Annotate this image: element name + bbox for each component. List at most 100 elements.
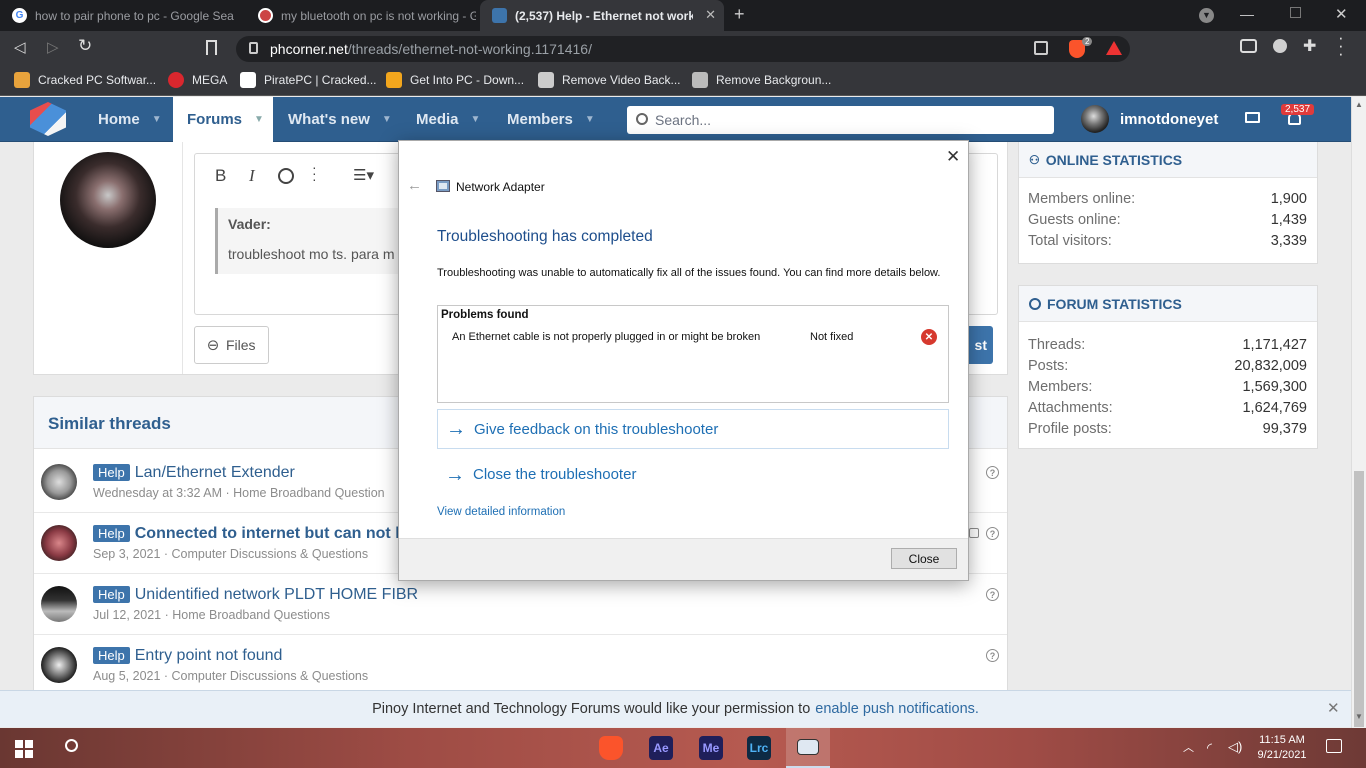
dismiss-icon[interactable]: ✕ xyxy=(1327,699,1340,717)
push-notification-bar: Pinoy Internet and Technology Forums wou… xyxy=(0,690,1351,727)
nav-media[interactable]: Media ▼ xyxy=(402,97,494,142)
question-icon: ? xyxy=(986,649,999,662)
back-icon[interactable]: ◁ xyxy=(14,38,26,56)
table-row[interactable]: Help Entry point not found xyxy=(93,647,282,665)
table-row[interactable]: Help Lan/Ethernet Extender xyxy=(93,464,295,482)
reading-mode-icon[interactable] xyxy=(1240,39,1257,53)
color-palette-icon[interactable] xyxy=(278,168,294,184)
getintopc-icon xyxy=(386,72,402,88)
avatar[interactable] xyxy=(41,586,77,622)
scroll-up-icon[interactable]: ▲ xyxy=(1355,100,1363,109)
install-app-icon[interactable] xyxy=(1034,41,1048,55)
search-input[interactable]: Search... xyxy=(627,106,1054,134)
minimize-icon[interactable]: — xyxy=(1240,6,1254,22)
taskbar-after-effects[interactable]: Ae xyxy=(639,728,683,768)
close-dialog-icon[interactable]: ✕ xyxy=(946,147,960,167)
chevron-down-icon[interactable]: ▼ xyxy=(152,114,162,125)
more-options-icon[interactable]: · · · xyxy=(312,160,317,186)
chevron-down-icon[interactable]: ▼ xyxy=(585,114,595,125)
bookmark-item[interactable]: PiratePC | Cracked... xyxy=(240,72,377,88)
bookmark-item[interactable]: Cracked PC Softwar... xyxy=(14,72,156,88)
tab-bluetooth-search[interactable]: my bluetooth on pc is not working - G xyxy=(246,0,476,31)
bookmark-icon[interactable] xyxy=(206,40,217,55)
taskbar-brave[interactable] xyxy=(589,728,633,768)
avatar[interactable] xyxy=(41,647,77,683)
bookmark-item[interactable]: MEGA xyxy=(168,72,227,88)
users-icon: ⚇ xyxy=(1029,153,1040,167)
video-bg-icon xyxy=(538,72,554,88)
site-logo[interactable] xyxy=(30,102,66,136)
close-button[interactable]: Close xyxy=(891,548,957,569)
nav-home[interactable]: Home ▼ xyxy=(84,97,176,142)
tray-chevron-icon[interactable]: ︿ xyxy=(1183,739,1194,755)
bold-icon[interactable]: B xyxy=(215,166,226,186)
dialog-title: Network Adapter xyxy=(456,180,545,194)
scroll-down-icon[interactable]: ▼ xyxy=(1355,712,1363,721)
italic-icon[interactable]: I xyxy=(249,166,255,186)
question-icon: ? xyxy=(986,527,999,540)
favicon-icon xyxy=(258,8,273,23)
bookmark-item[interactable]: Remove Video Back... xyxy=(538,72,681,88)
bookmark-favicon-icon xyxy=(14,72,30,88)
forum-stats-title: FORUM STATISTICS xyxy=(1029,296,1182,312)
enable-notifications-link[interactable]: enable push notifications. xyxy=(815,701,979,717)
volume-icon[interactable]: ◁) xyxy=(1228,739,1242,755)
page-scrollbar[interactable]: ▲ ▼ xyxy=(1351,97,1366,728)
puzzle-extensions-icon[interactable]: ✚ xyxy=(1303,36,1316,56)
piratepc-icon xyxy=(240,72,256,88)
reload-icon[interactable]: ↻ xyxy=(78,36,92,56)
table-row[interactable]: Help Unidentified network PLDT HOME FIBR xyxy=(93,586,418,604)
windows-start-icon[interactable] xyxy=(15,740,33,758)
chevron-down-icon[interactable]: ▼ xyxy=(471,114,481,125)
new-tab-button[interactable]: + xyxy=(734,4,745,25)
taskbar-troubleshooter[interactable] xyxy=(786,728,830,768)
nav-whats-new[interactable]: What's new ▼ xyxy=(274,97,406,142)
search-icon[interactable] xyxy=(65,739,78,752)
address-bar[interactable]: phcorner.net/threads/ethernet-not-workin… xyxy=(236,36,1130,62)
close-troubleshooter-link[interactable]: → Close the troubleshooter xyxy=(445,465,636,485)
back-arrow-icon[interactable]: ← xyxy=(407,177,422,194)
online-stats-title: ⚇ ONLINE STATISTICS xyxy=(1029,152,1183,168)
view-details-link[interactable]: View detailed information xyxy=(437,506,565,518)
extension-icon[interactable] xyxy=(1273,39,1287,53)
table-row[interactable]: Help Connected to internet but can not l xyxy=(93,525,398,543)
google-icon: G xyxy=(12,8,27,23)
brave-rewards-icon[interactable] xyxy=(1106,41,1122,55)
avatar[interactable] xyxy=(41,464,77,500)
feedback-link[interactable]: → Give feedback on this troubleshooter xyxy=(437,409,949,449)
close-window-icon[interactable]: ✕ xyxy=(1335,5,1348,23)
menu-kebab-icon[interactable]: · · · xyxy=(1338,29,1344,62)
browser-tab-bar: G how to pair phone to pc - Google Sea m… xyxy=(0,0,1366,31)
inbox-icon[interactable] xyxy=(1245,112,1260,123)
problem-text: An Ethernet cable is not properly plugge… xyxy=(452,331,761,343)
chevron-down-icon[interactable]: ▼ xyxy=(382,114,392,125)
close-tab-icon[interactable]: ✕ xyxy=(705,7,716,23)
clock[interactable]: 11:15 AM 9/21/2021 xyxy=(1254,733,1310,763)
avatar[interactable] xyxy=(41,525,77,561)
user-avatar[interactable] xyxy=(1081,105,1109,133)
tab-search-icon[interactable]: ▼ xyxy=(1199,8,1214,23)
tab-google-search[interactable]: G how to pair phone to pc - Google Sea xyxy=(0,0,240,31)
scrollbar-thumb[interactable] xyxy=(1354,471,1364,727)
attach-files-button[interactable]: ⊘ Files xyxy=(194,326,269,364)
username[interactable]: imnotdoneyet xyxy=(1120,111,1218,128)
list-icon[interactable]: ☰▾ xyxy=(353,166,374,184)
bookmark-item[interactable]: Remove Backgroun... xyxy=(692,72,831,88)
nav-members[interactable]: Members ▼ xyxy=(493,97,609,142)
question-icon: ? xyxy=(986,466,999,479)
chevron-down-icon[interactable]: ▼ xyxy=(254,114,264,125)
wifi-icon[interactable]: ◜ xyxy=(1207,740,1212,756)
stat-row: Total visitors: 3,339 xyxy=(1028,233,1307,249)
search-icon xyxy=(636,113,648,125)
bookmarks-bar: Cracked PC Softwar... MEGA PiratePC | Cr… xyxy=(0,66,1366,96)
forward-icon[interactable]: ▷ xyxy=(47,38,59,56)
restore-icon[interactable] xyxy=(1290,7,1301,18)
dialog-footer: Close xyxy=(399,538,968,580)
media-encoder-icon: Me xyxy=(699,736,723,760)
taskbar-lightroom[interactable]: Lrc xyxy=(737,728,781,768)
tab-phcorner[interactable]: (2,537) Help - Ethernet not worki ✕ xyxy=(480,0,724,31)
bookmark-item[interactable]: Get Into PC - Down... xyxy=(386,72,524,88)
action-center-icon[interactable] xyxy=(1326,739,1342,753)
nav-forums[interactable]: Forums ▼ xyxy=(173,97,273,142)
taskbar-media-encoder[interactable]: Me xyxy=(689,728,733,768)
